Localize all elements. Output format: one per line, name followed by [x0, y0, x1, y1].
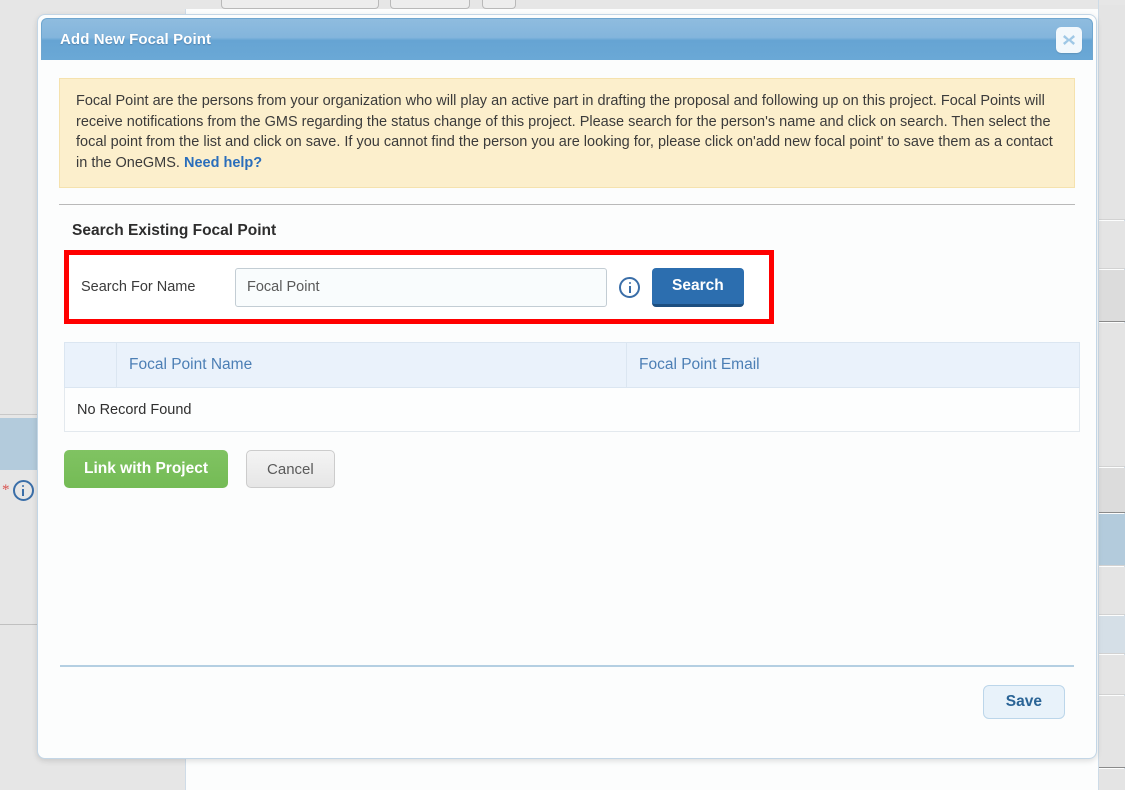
close-icon[interactable]: [1056, 27, 1082, 53]
footer-actions: Save: [60, 667, 1074, 719]
search-input-label: Search For Name: [81, 279, 196, 295]
search-button[interactable]: Search: [652, 267, 744, 307]
column-header-name: Focal Point Name: [116, 342, 627, 388]
cancel-button[interactable]: Cancel: [246, 450, 335, 488]
search-input[interactable]: [235, 267, 607, 307]
column-header-email: Focal Point Email: [626, 342, 1080, 388]
empty-state-message: No Record Found: [64, 387, 1080, 432]
need-help-link[interactable]: Need help?: [184, 155, 262, 171]
background-highlight-block: [0, 418, 38, 470]
background-toolbar-button: [221, 0, 379, 9]
info-icon[interactable]: [12, 479, 34, 501]
required-asterisk-icon: *: [2, 481, 10, 498]
add-focal-point-dialog: Add New Focal Point Focal Point are the …: [37, 14, 1097, 759]
background-row-strip: [1098, 0, 1125, 790]
dialog-body: Focal Point are the persons from your or…: [38, 78, 1096, 726]
background-left-column: *: [0, 0, 38, 790]
search-row: Search For Name Search: [81, 265, 769, 309]
dialog-title: Add New Focal Point: [60, 31, 212, 48]
instructions-notice: Focal Point are the persons from your or…: [59, 78, 1075, 188]
search-highlight-box: Search For Name Search: [64, 250, 774, 324]
info-icon[interactable]: [619, 276, 640, 298]
background-form-field: *: [0, 470, 38, 510]
dialog-header: Add New Focal Point: [41, 18, 1093, 60]
section-divider: [59, 204, 1075, 205]
background-toolbar-button: [390, 0, 470, 9]
action-button-row: Link with Project Cancel: [64, 450, 1075, 488]
table-row: No Record Found: [64, 387, 1080, 432]
dialog-footer: Save: [38, 665, 1096, 758]
column-header-select: [64, 342, 117, 388]
background-toolbar-button: [482, 0, 516, 9]
link-with-project-button[interactable]: Link with Project: [64, 450, 229, 488]
section-heading: Search Existing Focal Point: [72, 222, 277, 239]
save-button[interactable]: Save: [982, 685, 1065, 719]
table-header-row: Focal Point Name Focal Point Email: [64, 342, 1080, 388]
focal-point-results-table: Focal Point Name Focal Point Email No Re…: [64, 342, 1080, 432]
